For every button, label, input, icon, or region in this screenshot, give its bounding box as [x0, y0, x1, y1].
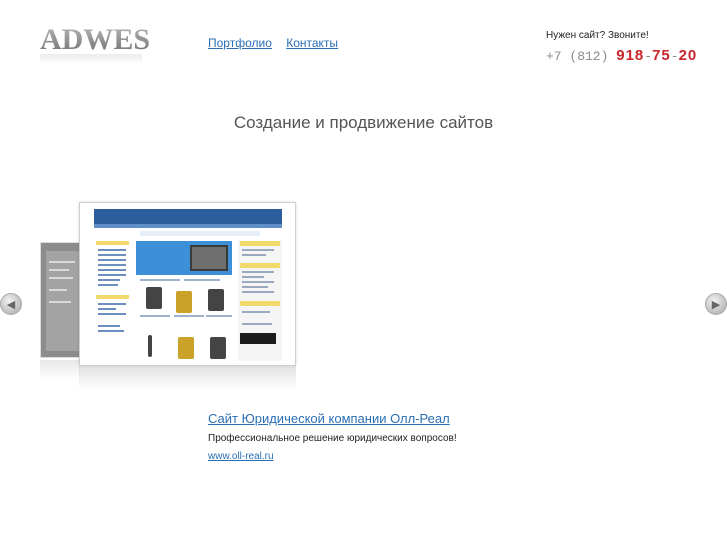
- portfolio-screenshot-current[interactable]: [79, 202, 296, 366]
- thumbnail-line: [49, 289, 67, 291]
- thumbnail-line: [49, 277, 73, 279]
- screenshot-text-line: [140, 279, 180, 281]
- screenshot-text-line: [140, 315, 170, 317]
- carousel-next-button[interactable]: ▶: [705, 293, 727, 315]
- call-to-action-text: Нужен сайт? Звоните!: [546, 30, 649, 41]
- screenshot-header: [94, 209, 282, 224]
- phone-part-1: 918: [616, 47, 645, 64]
- screenshot-product-image: [146, 287, 162, 309]
- screenshot-text-line: [206, 315, 232, 317]
- portfolio-item-url-link[interactable]: www.oll-real.ru: [208, 451, 274, 462]
- portfolio-item-description: Профессиональное решение юридических воп…: [208, 433, 457, 444]
- screenshot-header-bar: [94, 224, 282, 228]
- screenshot-product-image: [178, 337, 194, 359]
- phone-part-2: 75: [652, 47, 671, 64]
- phone-part-3: 20: [678, 47, 698, 64]
- chevron-left-icon: ◀: [6, 298, 16, 311]
- screenshot-brand-logo: [240, 333, 276, 344]
- screenshot-left-column: [94, 241, 131, 361]
- nav-link-contacts[interactable]: Контакты: [286, 36, 338, 50]
- thumbnail-reflection: [40, 360, 80, 380]
- screenshot-reflection: [79, 366, 296, 390]
- nav-link-portfolio[interactable]: Портфолио: [208, 36, 272, 50]
- phone-prefix: +7 (812): [546, 49, 609, 64]
- screenshot-gps-device-image: [190, 245, 228, 271]
- top-nav: Портфолио Контакты: [208, 36, 349, 50]
- screenshot-product-image: [148, 335, 152, 357]
- portfolio-thumbnail-previous[interactable]: [40, 242, 81, 358]
- screenshot-product-image: [208, 289, 224, 311]
- logo-reflection: [40, 54, 142, 64]
- thumbnail-line: [49, 261, 75, 263]
- phone-separator: -: [670, 49, 679, 64]
- screenshot-text-line: [174, 315, 204, 317]
- thumbnail-line: [49, 301, 71, 303]
- screenshot-product-image: [176, 291, 192, 313]
- thumbnail-line: [49, 269, 69, 271]
- carousel-prev-button[interactable]: ◀: [0, 293, 22, 315]
- phone-number: +7 (812) 918-75-20: [546, 47, 697, 64]
- contact-block: Нужен сайт? Звоните! +7 (812) 918-75-20: [546, 30, 697, 64]
- screenshot-nav: [140, 231, 260, 236]
- screenshot-product-image: [210, 337, 226, 359]
- chevron-right-icon: ▶: [711, 298, 721, 311]
- screenshot-text-line: [184, 279, 220, 281]
- portfolio-item-title-link[interactable]: Сайт Юридической компании Олл-Реал: [208, 411, 450, 426]
- page-tagline: Создание и продвижение сайтов: [233, 113, 494, 132]
- phone-separator: -: [644, 49, 653, 64]
- site-logo[interactable]: ADWES: [40, 24, 150, 56]
